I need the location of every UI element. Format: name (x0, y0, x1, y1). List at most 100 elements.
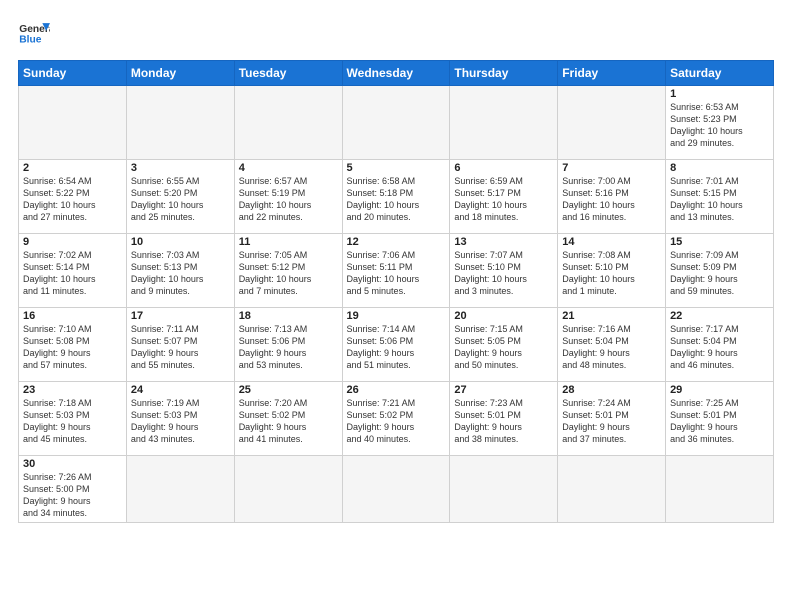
calendar-day-cell: 8Sunrise: 7:01 AM Sunset: 5:15 PM Daylig… (666, 160, 774, 234)
day-number: 8 (670, 162, 769, 174)
calendar-day-cell (19, 86, 127, 160)
weekday-header-thursday: Thursday (450, 61, 558, 86)
day-info: Sunrise: 6:59 AM Sunset: 5:17 PM Dayligh… (454, 175, 553, 224)
day-info: Sunrise: 6:53 AM Sunset: 5:23 PM Dayligh… (670, 101, 769, 150)
calendar-day-cell: 15Sunrise: 7:09 AM Sunset: 5:09 PM Dayli… (666, 234, 774, 308)
day-number: 21 (562, 310, 661, 322)
calendar-day-cell: 5Sunrise: 6:58 AM Sunset: 5:18 PM Daylig… (342, 160, 450, 234)
day-number: 10 (131, 236, 230, 248)
calendar-day-cell: 9Sunrise: 7:02 AM Sunset: 5:14 PM Daylig… (19, 234, 127, 308)
day-info: Sunrise: 6:57 AM Sunset: 5:19 PM Dayligh… (239, 175, 338, 224)
day-number: 20 (454, 310, 553, 322)
logo: General Blue (18, 18, 50, 50)
calendar-day-cell: 12Sunrise: 7:06 AM Sunset: 5:11 PM Dayli… (342, 234, 450, 308)
day-number: 18 (239, 310, 338, 322)
calendar-day-cell (342, 86, 450, 160)
day-number: 19 (347, 310, 446, 322)
day-number: 5 (347, 162, 446, 174)
calendar-day-cell: 22Sunrise: 7:17 AM Sunset: 5:04 PM Dayli… (666, 308, 774, 382)
calendar-day-cell (234, 456, 342, 523)
calendar-day-cell: 23Sunrise: 7:18 AM Sunset: 5:03 PM Dayli… (19, 382, 127, 456)
weekday-header-monday: Monday (126, 61, 234, 86)
day-number: 30 (23, 458, 122, 470)
day-info: Sunrise: 6:54 AM Sunset: 5:22 PM Dayligh… (23, 175, 122, 224)
calendar-week-row: 16Sunrise: 7:10 AM Sunset: 5:08 PM Dayli… (19, 308, 774, 382)
weekday-header-tuesday: Tuesday (234, 61, 342, 86)
day-number: 3 (131, 162, 230, 174)
calendar-day-cell (342, 456, 450, 523)
day-number: 6 (454, 162, 553, 174)
day-info: Sunrise: 7:19 AM Sunset: 5:03 PM Dayligh… (131, 397, 230, 446)
calendar-day-cell: 30Sunrise: 7:26 AM Sunset: 5:00 PM Dayli… (19, 456, 127, 523)
day-info: Sunrise: 7:18 AM Sunset: 5:03 PM Dayligh… (23, 397, 122, 446)
day-info: Sunrise: 7:17 AM Sunset: 5:04 PM Dayligh… (670, 323, 769, 372)
calendar-day-cell (450, 456, 558, 523)
calendar-day-cell: 29Sunrise: 7:25 AM Sunset: 5:01 PM Dayli… (666, 382, 774, 456)
calendar-day-cell: 2Sunrise: 6:54 AM Sunset: 5:22 PM Daylig… (19, 160, 127, 234)
day-info: Sunrise: 7:10 AM Sunset: 5:08 PM Dayligh… (23, 323, 122, 372)
day-number: 23 (23, 384, 122, 396)
calendar-week-row: 2Sunrise: 6:54 AM Sunset: 5:22 PM Daylig… (19, 160, 774, 234)
day-info: Sunrise: 7:26 AM Sunset: 5:00 PM Dayligh… (23, 471, 122, 520)
calendar-day-cell: 19Sunrise: 7:14 AM Sunset: 5:06 PM Dayli… (342, 308, 450, 382)
day-number: 1 (670, 88, 769, 100)
weekday-header-saturday: Saturday (666, 61, 774, 86)
day-number: 13 (454, 236, 553, 248)
day-info: Sunrise: 7:09 AM Sunset: 5:09 PM Dayligh… (670, 249, 769, 298)
calendar-week-row: 30Sunrise: 7:26 AM Sunset: 5:00 PM Dayli… (19, 456, 774, 523)
day-number: 15 (670, 236, 769, 248)
day-number: 12 (347, 236, 446, 248)
calendar-day-cell: 14Sunrise: 7:08 AM Sunset: 5:10 PM Dayli… (558, 234, 666, 308)
day-info: Sunrise: 7:13 AM Sunset: 5:06 PM Dayligh… (239, 323, 338, 372)
day-number: 26 (347, 384, 446, 396)
day-number: 24 (131, 384, 230, 396)
calendar-day-cell: 3Sunrise: 6:55 AM Sunset: 5:20 PM Daylig… (126, 160, 234, 234)
day-info: Sunrise: 7:21 AM Sunset: 5:02 PM Dayligh… (347, 397, 446, 446)
day-info: Sunrise: 7:07 AM Sunset: 5:10 PM Dayligh… (454, 249, 553, 298)
day-info: Sunrise: 7:25 AM Sunset: 5:01 PM Dayligh… (670, 397, 769, 446)
calendar-day-cell: 18Sunrise: 7:13 AM Sunset: 5:06 PM Dayli… (234, 308, 342, 382)
calendar-day-cell: 16Sunrise: 7:10 AM Sunset: 5:08 PM Dayli… (19, 308, 127, 382)
page-header: General Blue (18, 18, 774, 50)
day-info: Sunrise: 7:06 AM Sunset: 5:11 PM Dayligh… (347, 249, 446, 298)
calendar-day-cell (126, 86, 234, 160)
calendar-day-cell (126, 456, 234, 523)
day-number: 7 (562, 162, 661, 174)
day-number: 2 (23, 162, 122, 174)
day-number: 28 (562, 384, 661, 396)
calendar-week-row: 23Sunrise: 7:18 AM Sunset: 5:03 PM Dayli… (19, 382, 774, 456)
calendar-day-cell: 20Sunrise: 7:15 AM Sunset: 5:05 PM Dayli… (450, 308, 558, 382)
day-number: 16 (23, 310, 122, 322)
calendar-day-cell (558, 456, 666, 523)
calendar-day-cell: 26Sunrise: 7:21 AM Sunset: 5:02 PM Dayli… (342, 382, 450, 456)
calendar-day-cell: 10Sunrise: 7:03 AM Sunset: 5:13 PM Dayli… (126, 234, 234, 308)
day-info: Sunrise: 7:23 AM Sunset: 5:01 PM Dayligh… (454, 397, 553, 446)
day-info: Sunrise: 7:14 AM Sunset: 5:06 PM Dayligh… (347, 323, 446, 372)
day-number: 29 (670, 384, 769, 396)
calendar-table: SundayMondayTuesdayWednesdayThursdayFrid… (18, 60, 774, 523)
calendar-day-cell: 7Sunrise: 7:00 AM Sunset: 5:16 PM Daylig… (558, 160, 666, 234)
calendar-day-cell: 24Sunrise: 7:19 AM Sunset: 5:03 PM Dayli… (126, 382, 234, 456)
day-info: Sunrise: 7:15 AM Sunset: 5:05 PM Dayligh… (454, 323, 553, 372)
day-number: 4 (239, 162, 338, 174)
calendar-day-cell: 27Sunrise: 7:23 AM Sunset: 5:01 PM Dayli… (450, 382, 558, 456)
calendar-day-cell: 6Sunrise: 6:59 AM Sunset: 5:17 PM Daylig… (450, 160, 558, 234)
svg-text:Blue: Blue (19, 34, 41, 45)
calendar-day-cell: 1Sunrise: 6:53 AM Sunset: 5:23 PM Daylig… (666, 86, 774, 160)
day-number: 22 (670, 310, 769, 322)
day-info: Sunrise: 7:05 AM Sunset: 5:12 PM Dayligh… (239, 249, 338, 298)
calendar-day-cell: 21Sunrise: 7:16 AM Sunset: 5:04 PM Dayli… (558, 308, 666, 382)
weekday-header-sunday: Sunday (19, 61, 127, 86)
day-info: Sunrise: 7:08 AM Sunset: 5:10 PM Dayligh… (562, 249, 661, 298)
day-number: 11 (239, 236, 338, 248)
day-info: Sunrise: 7:16 AM Sunset: 5:04 PM Dayligh… (562, 323, 661, 372)
calendar-week-row: 1Sunrise: 6:53 AM Sunset: 5:23 PM Daylig… (19, 86, 774, 160)
weekday-header-wednesday: Wednesday (342, 61, 450, 86)
day-number: 14 (562, 236, 661, 248)
day-number: 27 (454, 384, 553, 396)
calendar-day-cell: 4Sunrise: 6:57 AM Sunset: 5:19 PM Daylig… (234, 160, 342, 234)
day-info: Sunrise: 7:01 AM Sunset: 5:15 PM Dayligh… (670, 175, 769, 224)
calendar-day-cell (558, 86, 666, 160)
day-info: Sunrise: 7:02 AM Sunset: 5:14 PM Dayligh… (23, 249, 122, 298)
calendar-day-cell: 13Sunrise: 7:07 AM Sunset: 5:10 PM Dayli… (450, 234, 558, 308)
